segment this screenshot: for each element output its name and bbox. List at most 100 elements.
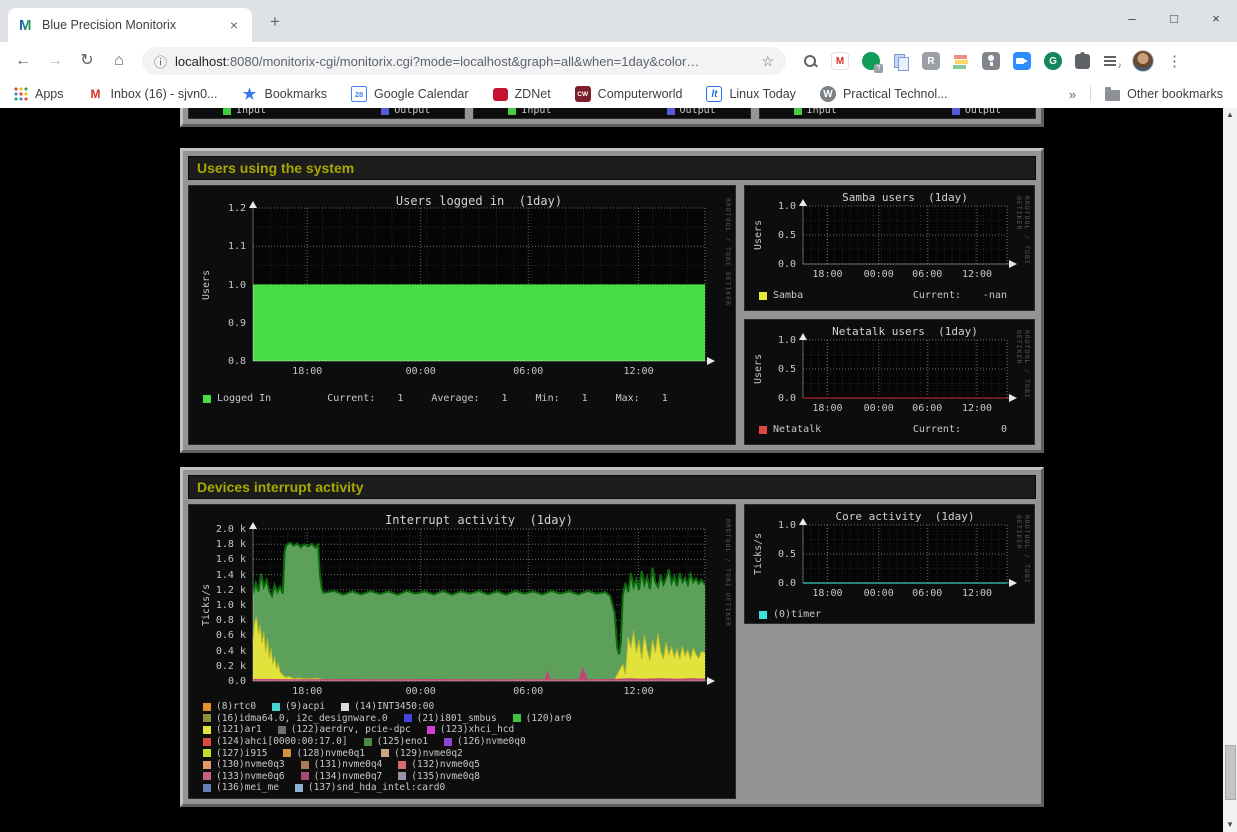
- legend-swatch: [283, 749, 291, 757]
- linux-today-icon: lt: [706, 86, 722, 102]
- browser-toolbar: ← → ↻ ⌂ ⓘ localhost:8080/monitorix-cgi/m…: [0, 42, 1237, 80]
- address-bar[interactable]: ⓘ localhost:8080/monitorix-cgi/monitorix…: [142, 47, 786, 75]
- graph-netatalk-users: Netatalk users (1day)Users1.00.50.018:00…: [744, 319, 1035, 445]
- gmail-extension-icon[interactable]: M: [831, 52, 849, 70]
- page-viewport: Input Output Input Output Input Output U…: [0, 108, 1237, 832]
- legend-swatch: [759, 292, 767, 300]
- scrollbar-thumb[interactable]: [1225, 745, 1236, 800]
- rrdtool-watermark: RRDTOOL / TOBI OETIKER: [724, 198, 732, 373]
- browser-tab[interactable]: M Blue Precision Monitorix ×: [8, 8, 252, 42]
- bookmark-practical-technology[interactable]: WPractical Technol...: [820, 86, 948, 102]
- bookmarks-bar: Apps MInbox (16) - sjvn0... ★Bookmarks 2…: [0, 80, 1237, 108]
- window-close-button[interactable]: ×: [1209, 11, 1223, 26]
- legend-swatch: [427, 726, 435, 734]
- y-tick-label: 0.8: [198, 356, 246, 367]
- legend-item: (132)nvme0q5: [398, 759, 480, 770]
- extensions-puzzle-icon[interactable]: [1075, 54, 1090, 69]
- back-button[interactable]: ←: [10, 48, 36, 74]
- tab-close-icon[interactable]: ×: [226, 17, 242, 33]
- legend-label: (126)nvme0q0: [457, 736, 526, 747]
- y-tick-label: 0.9: [198, 318, 246, 329]
- page-info-icon[interactable]: ⓘ: [154, 52, 167, 71]
- bookmark-bookmarks[interactable]: ★Bookmarks: [242, 86, 328, 102]
- search-icon[interactable]: [802, 53, 818, 69]
- legend-label: (14)INT3450:00: [354, 701, 434, 712]
- bookmark-zdnet[interactable]: ZDNet: [493, 87, 551, 101]
- y-tick-label: 0.0: [198, 676, 246, 687]
- section-users: Users using the system Users logged in (…: [180, 148, 1044, 453]
- network-graph-panel: Input Output: [188, 108, 465, 119]
- folder-icon: [1105, 90, 1120, 101]
- bookmark-star-icon[interactable]: ☆: [761, 53, 774, 70]
- y-tick-label: 1.0: [748, 201, 796, 212]
- stat-value: 1: [650, 393, 668, 404]
- scroll-down-icon[interactable]: ▼: [1223, 818, 1237, 832]
- y-tick-label: 1.2 k: [198, 585, 246, 596]
- reload-button[interactable]: ↻: [74, 48, 100, 74]
- url-host: localhost: [175, 54, 226, 69]
- r-extension-icon[interactable]: R: [922, 52, 940, 70]
- rrdtool-watermark: RRDTOOL / TOBI OETIKER: [1015, 330, 1031, 410]
- browser-menu-icon[interactable]: ⋮: [1167, 52, 1177, 70]
- legend-row: (136)mei_me(137)snd_hda_intel:card0: [203, 782, 725, 794]
- legend-swatch: [381, 749, 389, 757]
- home-button[interactable]: ⌂: [106, 48, 132, 74]
- books-stack-extension-icon[interactable]: [953, 53, 969, 69]
- profile-avatar[interactable]: [1132, 50, 1154, 72]
- section-title-users: Users using the system: [188, 156, 1036, 180]
- y-tick-label: 0.0: [748, 259, 796, 270]
- copy-pages-extension-icon[interactable]: [893, 53, 909, 69]
- bookmark-inbox[interactable]: MInbox (16) - sjvn0...: [88, 86, 218, 102]
- stat-label: Current:: [913, 424, 961, 435]
- y-tick-label: 0.2 k: [198, 661, 246, 672]
- legend-item: (121)ar1: [203, 724, 262, 735]
- stat-value: -nan: [971, 290, 1007, 301]
- legend-row: (8)rtc0(9)acpi(14)INT3450:00: [203, 701, 725, 713]
- stat-label: Current:: [327, 393, 375, 404]
- bookmark-computerworld[interactable]: CWComputerworld: [575, 86, 683, 102]
- video-camera-extension-icon[interactable]: [1013, 52, 1031, 70]
- rrdtool-watermark: RRDTOOL / TOBI OETIKER: [724, 519, 732, 693]
- stat-current: Current:0: [913, 424, 1007, 435]
- window-minimize-button[interactable]: –: [1125, 11, 1139, 26]
- vertical-scrollbar[interactable]: ▲ ▼: [1223, 108, 1237, 832]
- input-swatch: [508, 108, 516, 115]
- legend-item: (16)idma64.0, i2c_designware.0: [203, 713, 388, 724]
- rrdtool-watermark: RRDTOOL / TOBI OETIKER: [1015, 196, 1031, 276]
- y-tick-label: 1.0 k: [198, 600, 246, 611]
- other-bookmarks[interactable]: Other bookmarks: [1105, 87, 1223, 101]
- bookmark-linux-today[interactable]: ltLinux Today: [706, 86, 796, 102]
- legend-swatch: [203, 738, 211, 746]
- legend-label: (128)nvme0q1: [296, 748, 365, 759]
- grammarly-extension-icon[interactable]: G: [1044, 52, 1062, 70]
- new-tab-button[interactable]: +: [264, 11, 286, 33]
- legend-label: (121)ar1: [216, 724, 262, 735]
- stat-label: Current:: [913, 290, 961, 301]
- legend-item: (122)aerdrv, pcie-dpc: [278, 724, 411, 735]
- legend-label: (122)aerdrv, pcie-dpc: [291, 724, 411, 735]
- google-voice-extension-icon[interactable]: [862, 52, 880, 70]
- bookmark-google-calendar[interactable]: 28Google Calendar: [351, 86, 469, 102]
- legend-label: (133)nvme0q6: [216, 771, 285, 782]
- output-swatch: [952, 108, 960, 115]
- url-text[interactable]: localhost:8080/monitorix-cgi/monitorix.c…: [175, 54, 753, 69]
- lamp-extension-icon[interactable]: [982, 52, 1000, 70]
- legend-item: (131)nvme0q4: [301, 759, 383, 770]
- bookmark-apps[interactable]: Apps: [14, 87, 64, 101]
- y-tick-label: 1.4 k: [198, 570, 246, 581]
- forward-button[interactable]: →: [42, 48, 68, 74]
- window-maximize-button[interactable]: □: [1167, 11, 1181, 26]
- zdnet-icon: [493, 88, 508, 101]
- legend-row: (124)ahci[0000:00:17.0](125)eno1(126)nvm…: [203, 736, 725, 748]
- y-tick-label: 0.6 k: [198, 630, 246, 641]
- playlist-extension-icon[interactable]: [1103, 54, 1119, 68]
- network-graph-panel: Input Output: [473, 108, 750, 119]
- plot-area: [253, 524, 719, 688]
- legend-swatch: [513, 714, 521, 722]
- scroll-up-icon[interactable]: ▲: [1223, 108, 1237, 122]
- legend-swatch: [203, 784, 211, 792]
- legend-swatch: [759, 611, 767, 619]
- bookmarks-overflow-chevron[interactable]: »: [1069, 87, 1076, 102]
- top-graphs-row-clipped: Input Output Input Output Input Output: [180, 108, 1044, 127]
- interrupt-legend: (8)rtc0(9)acpi(14)INT3450:00(16)idma64.0…: [203, 701, 725, 794]
